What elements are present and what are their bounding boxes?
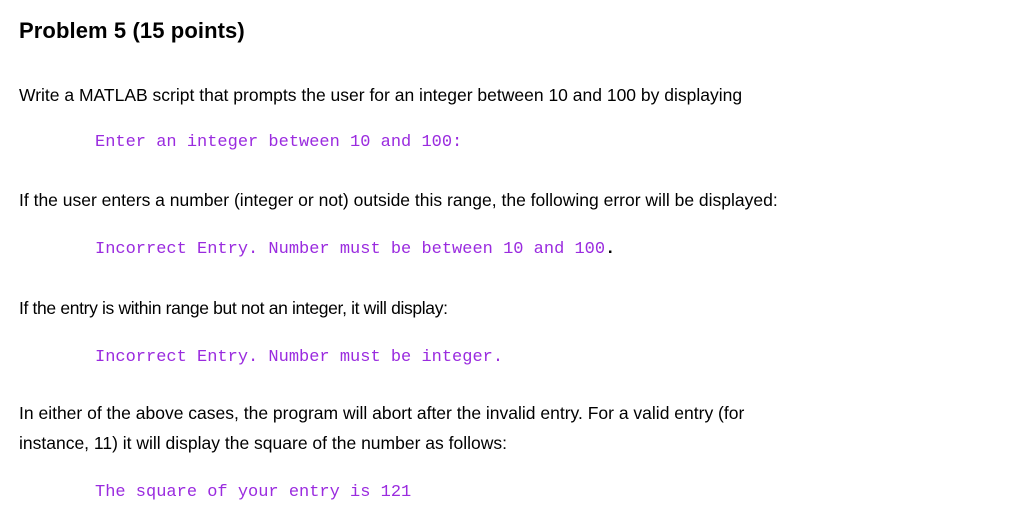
- code-square-output: The square of your entry is 121: [95, 483, 412, 502]
- problem-title: Problem 5 (15 points): [19, 18, 245, 43]
- code-range-error-message: Incorrect Entry. Number must be between …: [95, 239, 615, 261]
- non-integer-paragraph: If the entry is within range but not an …: [19, 298, 448, 318]
- abort-paragraph-line-1: In either of the above cases, the progra…: [19, 403, 745, 423]
- abort-paragraph-line-2: instance, 11) it will display the square…: [19, 433, 507, 453]
- range-error-text: Incorrect Entry. Number must be between …: [95, 240, 606, 259]
- code-prompt-message: Enter an integer between 10 and 100:: [95, 133, 463, 152]
- out-of-range-paragraph: If the user enters a number (integer or …: [19, 190, 778, 210]
- range-error-period: .: [605, 240, 616, 259]
- instruction-paragraph: Write a MATLAB script that prompts the u…: [19, 85, 743, 105]
- code-integer-error-message: Incorrect Entry. Number must be integer.: [95, 348, 504, 367]
